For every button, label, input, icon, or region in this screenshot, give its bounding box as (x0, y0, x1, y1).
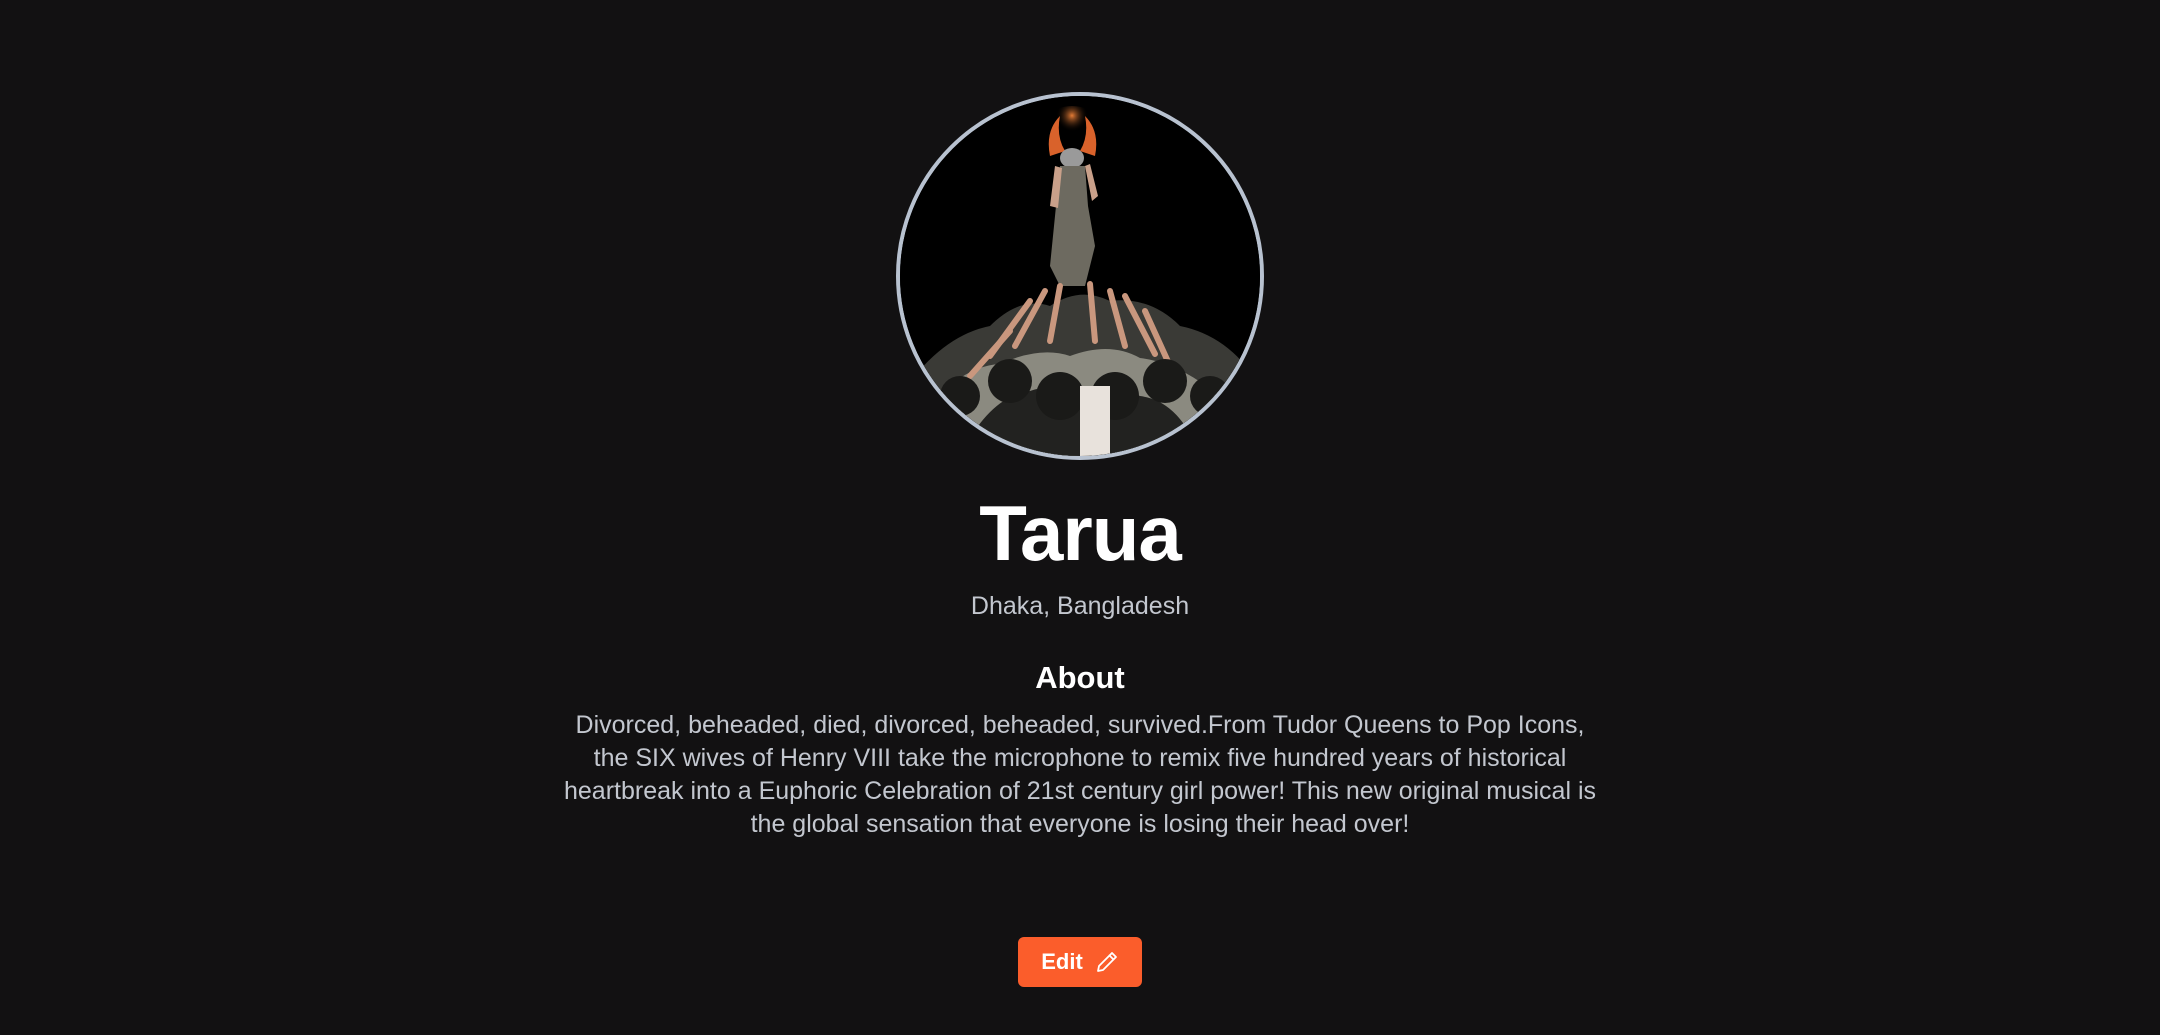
edit-button-label: Edit (1041, 949, 1083, 974)
edit-button[interactable]: Edit (1018, 937, 1142, 987)
about-text: Divorced, beheaded, died, divorced, behe… (564, 711, 1596, 838)
pencil-icon (1095, 950, 1119, 974)
avatar (896, 92, 1264, 460)
profile-name: Tarua (979, 489, 1182, 577)
about-heading: About (1035, 660, 1125, 695)
avatar-image (900, 96, 1260, 456)
profile-location: Dhaka, Bangladesh (970, 592, 1190, 620)
profile-page: Tarua Dhaka, Bangladesh About Divorced, … (0, 0, 2160, 1035)
